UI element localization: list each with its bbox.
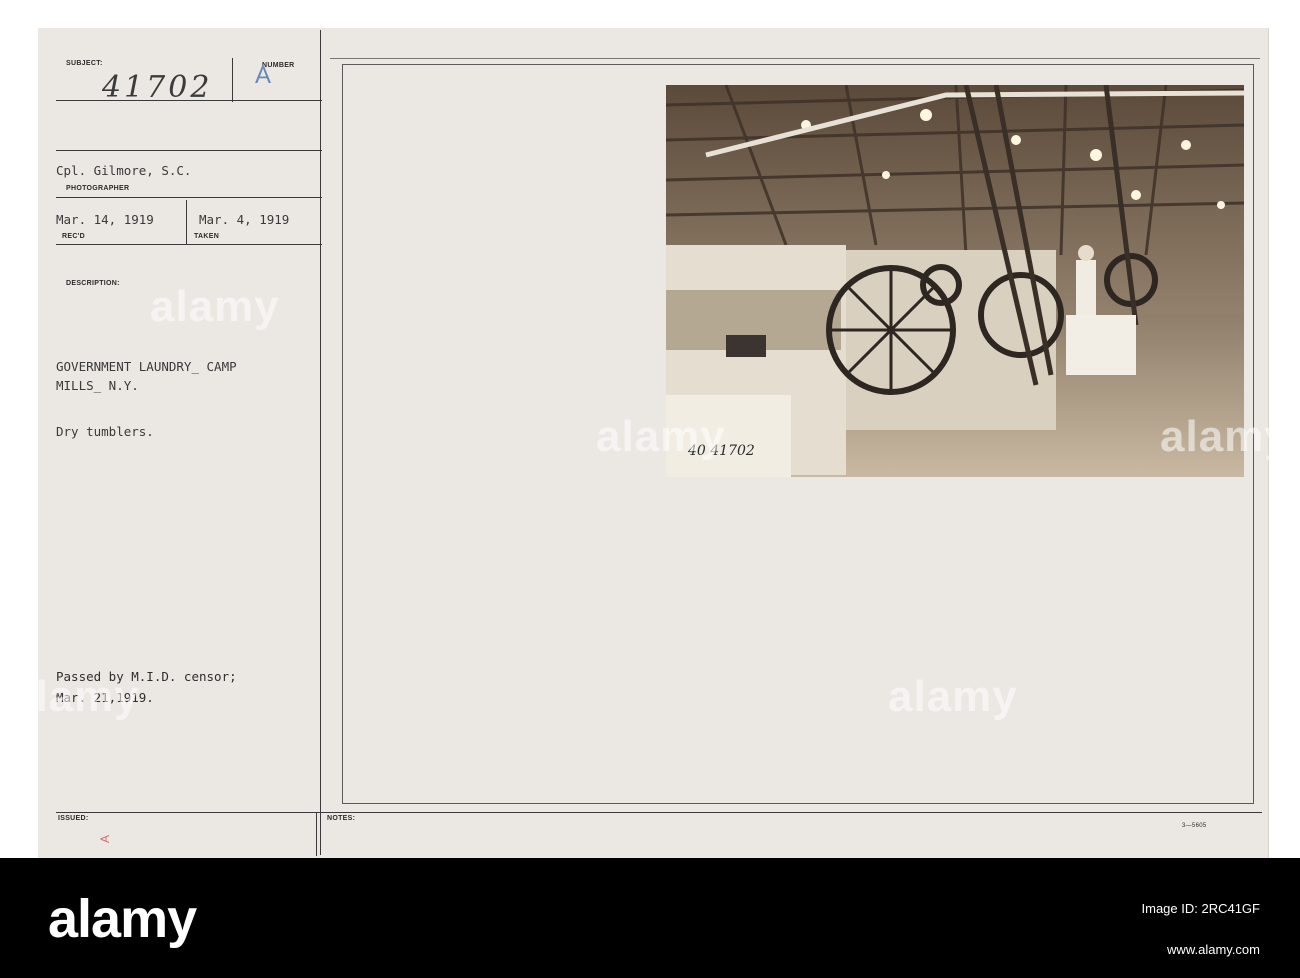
photographer-label: PHOTOGRAPHER xyxy=(66,185,130,192)
dry-tumblers-illustration xyxy=(666,85,1244,477)
issued-mark: A xyxy=(98,834,113,844)
laundry-photograph: 40 41702 xyxy=(666,85,1244,477)
frame-top-double-line xyxy=(330,58,1260,59)
watermark-5: alamy xyxy=(1160,412,1290,461)
description-line-2: MILLS_ N.Y. xyxy=(56,378,139,393)
description-label: DESCRIPTION: xyxy=(66,280,120,287)
description-line-1: GOVERNMENT LAUNDRY_ CAMP xyxy=(56,359,237,374)
description-line-3: Dry tumblers. xyxy=(56,424,154,439)
watermark-2: alamy xyxy=(596,412,726,461)
issued-label: ISSUED: xyxy=(58,815,89,822)
number-value: A xyxy=(255,62,272,89)
photographer-top-line xyxy=(56,150,322,151)
left-column-divider xyxy=(320,30,321,855)
date-underline xyxy=(56,244,322,245)
footer-image-id: Image ID: 2RC41GF xyxy=(1141,901,1261,916)
issued-notes-divider xyxy=(316,812,317,856)
issued-line xyxy=(56,812,1262,813)
subject-underline xyxy=(56,100,322,101)
watermark-1: alamy xyxy=(150,282,280,331)
footer-url: www.alamy.com xyxy=(1167,942,1260,957)
recd-date: Mar. 14, 1919 xyxy=(56,212,154,227)
recd-label: REC'D xyxy=(62,233,85,240)
date-divider xyxy=(186,200,187,244)
photographer-underline xyxy=(56,197,322,198)
subject-label: SUBJECT: xyxy=(66,60,103,67)
taken-date: Mar. 4, 1919 xyxy=(199,212,290,227)
photographer-value: Cpl. Gilmore, S.C. xyxy=(56,163,192,178)
subject-number-divider xyxy=(232,58,233,102)
form-number: 3—5605 xyxy=(1182,823,1207,829)
watermark-3: alamy xyxy=(10,672,140,721)
taken-label: TAKEN xyxy=(194,233,220,240)
footer-logo: alamy xyxy=(48,889,197,949)
watermark-4: alamy xyxy=(888,672,1018,721)
notes-label: NOTES: xyxy=(327,815,356,822)
